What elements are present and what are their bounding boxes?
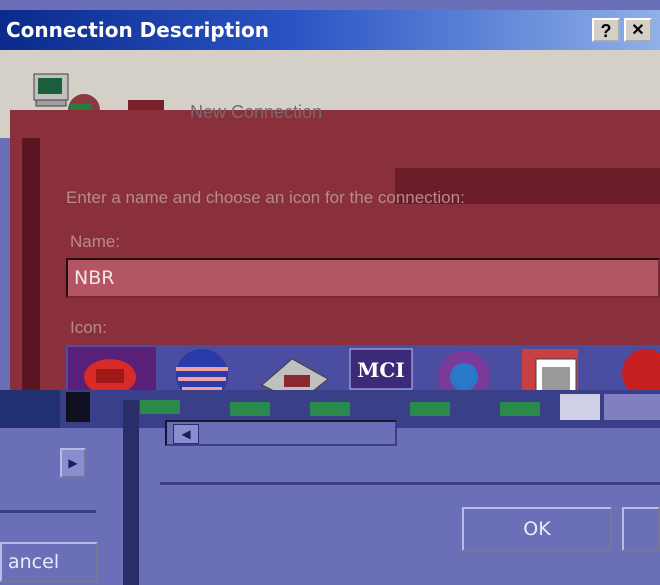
ok-button[interactable]: OK	[462, 507, 612, 551]
window-title: Connection Description	[6, 18, 270, 42]
instruction-text: Enter a name and choose an icon for the …	[66, 188, 465, 207]
close-button[interactable]: ✕	[624, 18, 652, 42]
help-button[interactable]: ?	[592, 18, 620, 42]
overlay-stripe	[22, 138, 40, 398]
name-field[interactable]	[66, 258, 660, 298]
svg-text:MCI: MCI	[357, 358, 404, 382]
scroll-right-icon[interactable]: ▶	[60, 448, 86, 478]
separator-line	[0, 510, 96, 513]
horizontal-scrollbar[interactable]: ◀	[165, 420, 397, 446]
cancel-button[interactable]: ancel	[0, 542, 98, 582]
icon-label: Icon:	[70, 318, 107, 337]
panel-divider	[123, 400, 139, 585]
next-button[interactable]	[622, 507, 660, 551]
mci-icon[interactable]: MCI	[349, 348, 413, 390]
name-label: Name:	[70, 232, 121, 251]
connection-label: New Connection	[190, 102, 323, 122]
title-bar: Connection Description ? ✕	[0, 10, 660, 50]
scroll-left-icon[interactable]: ◀	[173, 424, 199, 444]
separator-line	[160, 482, 660, 485]
